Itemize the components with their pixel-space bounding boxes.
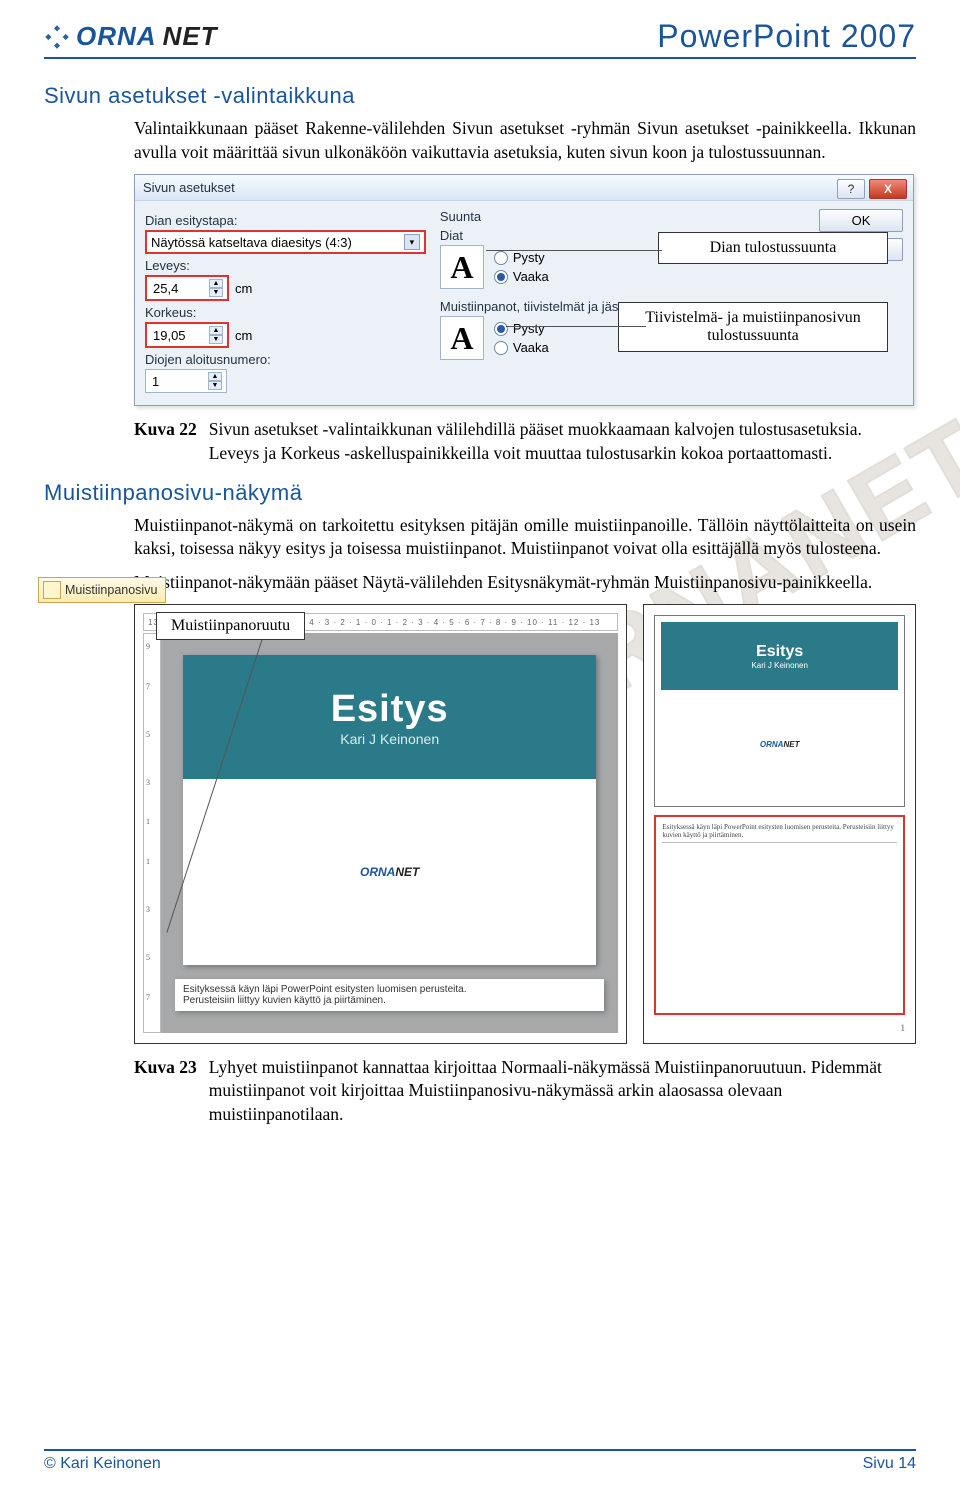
vertical-ruler: 975 311 357 [143, 633, 161, 1033]
callout-muistiinpanoruutu: Muistiinpanoruutu [156, 612, 305, 640]
label-leveys: Leveys: [145, 258, 426, 273]
ribbon-label: Muistiinpanosivu [65, 583, 157, 597]
mini-sub: Kari J Keinonen [751, 661, 807, 670]
page-header: ORNANET PowerPoint 2007 [44, 18, 916, 59]
page-setup-dialog: Sivun asetukset ? X Dian esitystapa: Näy… [134, 174, 914, 406]
para-notes-1: Muistiinpanot-näkymä on tarkoitettu esit… [134, 514, 916, 561]
para-intro: Valintaikkunaan pääset Rakenne-välilehde… [134, 117, 916, 164]
figure-notes-view: Muistiinpanoruutu 13 · 12 · 11 · 10 · 9 … [134, 604, 916, 1043]
radio-label: Pysty [513, 250, 545, 265]
brand-logo: ORNANET [44, 21, 218, 52]
radio-icon [494, 322, 508, 336]
select-esitystapa[interactable]: Näytössä katseltava diaesitys (4:3) ▾ [145, 230, 426, 254]
caption-23-text: Lyhyet muistiinpanot kannattaa kirjoitta… [209, 1056, 916, 1127]
radio-notes-vaaka[interactable]: Vaaka [494, 340, 549, 355]
arrow-down-icon[interactable]: ▼ [209, 335, 223, 344]
footer-left: © Kari Keinonen [44, 1455, 161, 1473]
unit-cm-2: cm [235, 328, 252, 343]
caption-23: Kuva 23 Lyhyet muistiinpanot kannattaa k… [134, 1056, 916, 1127]
notes-right-panel: Esitys Kari J Keinonen ORNANET Esitykses… [643, 604, 916, 1043]
ok-button[interactable]: OK [819, 209, 903, 232]
label-aloitusnro: Diojen aloitusnumero: [145, 352, 426, 367]
slide-thumbnail: Esitys Kari J Keinonen ORNANET [183, 655, 596, 965]
mini-logo-small: ORNANET [760, 740, 800, 749]
caption-22-text: Sivun asetukset -valintaikkunan välilehd… [209, 418, 916, 465]
value-aloitusnro: 1 [152, 374, 159, 389]
arrow-up-icon[interactable]: ▲ [209, 279, 223, 288]
arrow-up-icon[interactable]: ▲ [209, 326, 223, 335]
value-leveys: 25,4 [153, 281, 178, 296]
footer-right: Sivu 14 [863, 1455, 916, 1473]
radio-label: Pysty [513, 321, 545, 336]
arrow-down-icon[interactable]: ▼ [208, 381, 222, 390]
mini-logo: ORNANET [360, 865, 419, 879]
ribbon-icon [43, 581, 61, 599]
callout-notes-suunta: Tiivistelmä- ja muistiinpanosivun tulost… [618, 302, 888, 352]
slide-title: Esitys [331, 688, 449, 731]
page-number: 1 [654, 1023, 905, 1033]
help-button[interactable]: ? [837, 179, 865, 199]
label-korkeus: Korkeus: [145, 305, 426, 320]
caption-22: Kuva 22 Sivun asetukset -valintaikkunan … [134, 418, 916, 465]
spinner-leveys[interactable]: 25,4 ▲▼ [145, 275, 229, 301]
label-esitystapa: Dian esitystapa: [145, 213, 426, 228]
radio-diat-pysty[interactable]: Pysty [494, 250, 549, 265]
figure-dialog: Sivun asetukset ? X Dian esitystapa: Näy… [134, 174, 914, 406]
dialog-titlebar: Sivun asetukset ? X [135, 175, 913, 201]
label-suunta: Suunta [440, 209, 805, 224]
brand-text-b: NET [163, 21, 218, 52]
select-esitystapa-value: Näytössä katseltava diaesitys (4:3) [151, 235, 352, 250]
radio-diat-vaaka[interactable]: Vaaka [494, 269, 549, 284]
radio-icon [494, 270, 508, 284]
caption-23-label: Kuva 23 [134, 1056, 197, 1127]
logo-diamond-icon [44, 24, 70, 50]
chevron-down-icon: ▾ [404, 234, 420, 250]
callout-line-icon [506, 326, 646, 327]
slide-subtitle: Kari J Keinonen [340, 731, 439, 747]
radio-notes-pysty[interactable]: Pysty [494, 321, 549, 336]
notes-left-panel: 13 · 12 · 11 · 10 · 9 · 8 · 7 · 6 · 5 · … [134, 604, 627, 1043]
mini-slide-thumb: Esitys Kari J Keinonen ORNANET [654, 615, 905, 806]
notes-line-1: Esityksessä käyn läpi PowerPoint esityst… [183, 984, 596, 995]
notes-page-area: Esitys Kari J Keinonen ORNANET Esitykses… [161, 633, 618, 1033]
notes-highlight-box: Esityksessä käyn läpi PowerPoint esityst… [654, 815, 905, 1015]
radio-icon [494, 341, 508, 355]
spinner-korkeus[interactable]: 19,05 ▲▼ [145, 322, 229, 348]
orientation-thumb-icon: A [440, 245, 484, 289]
doc-title: PowerPoint 2007 [657, 18, 916, 55]
caption-22-label: Kuva 22 [134, 418, 197, 465]
arrow-up-icon[interactable]: ▲ [208, 372, 222, 381]
dialog-title: Sivun asetukset [143, 180, 235, 195]
page-footer: © Kari Keinonen Sivu 14 [44, 1449, 916, 1473]
orientation-thumb-icon: A [440, 316, 484, 360]
mini-title: Esitys [756, 643, 803, 661]
radio-label: Vaaka [513, 340, 549, 355]
radio-label: Vaaka [513, 269, 549, 284]
notes-tiny-text: Esityksessä käyn läpi PowerPoint esityst… [662, 823, 897, 843]
brand-text-a: ORNA [76, 21, 157, 52]
spinner-aloitusnro[interactable]: 1 ▲▼ [145, 369, 227, 393]
close-button[interactable]: X [869, 179, 907, 199]
radio-icon [494, 251, 508, 265]
callout-dia-suunta: Dian tulostussuunta [658, 232, 888, 264]
dialog-left-column: Dian esitystapa: Näytössä katseltava dia… [145, 209, 426, 393]
callout-line-icon [486, 250, 662, 251]
ribbon-muistiinpanosivu[interactable]: Muistiinpanosivu [38, 577, 166, 603]
heading-muistiinpano: Muistiinpanosivu-näkymä [44, 480, 916, 506]
value-korkeus: 19,05 [153, 328, 186, 343]
unit-cm: cm [235, 281, 252, 296]
arrow-down-icon[interactable]: ▼ [209, 288, 223, 297]
para-notes-2: Muistiinpanot-näkymään pääset Näytä-väli… [134, 571, 916, 595]
notes-text-area[interactable]: Esityksessä käyn läpi PowerPoint esityst… [175, 979, 604, 1011]
heading-sivun-asetukset: Sivun asetukset -valintaikkuna [44, 83, 916, 109]
notes-line-2: Perusteisiin liittyy kuvien käyttö ja pi… [183, 995, 596, 1006]
